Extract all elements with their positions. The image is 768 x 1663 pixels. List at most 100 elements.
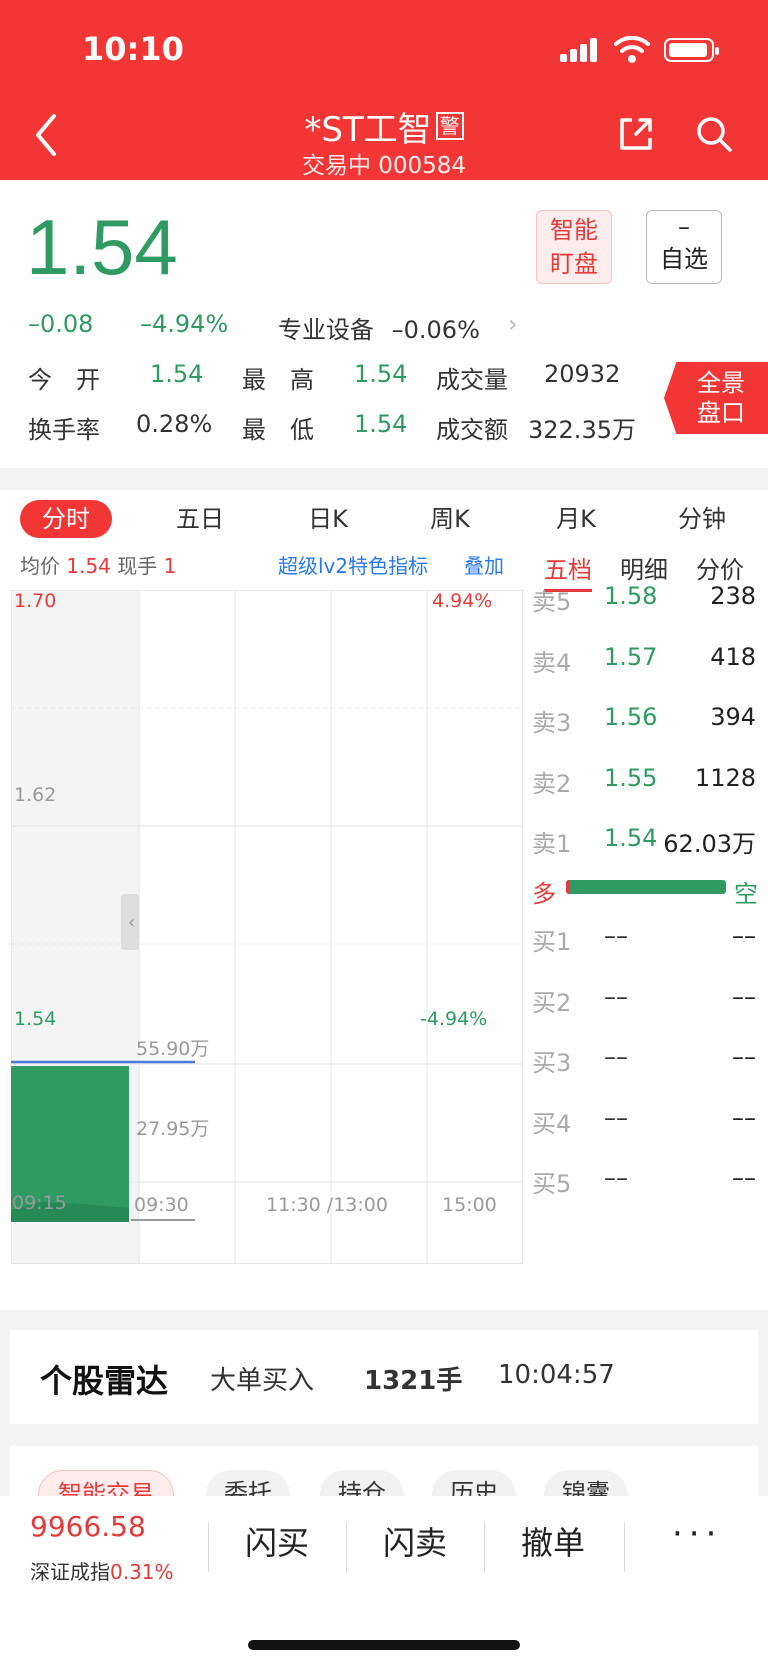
tab-weekly-k[interactable]: 周K (410, 500, 490, 538)
low-label: 最 低 (242, 416, 314, 444)
tab-intraday[interactable]: 分时 (20, 500, 112, 538)
pct-axis-top: 4.94% (432, 590, 493, 612)
add-favorite-button[interactable]: – 自选 (646, 210, 722, 284)
index-pct: 0.31% (110, 1560, 174, 1584)
level-name: 买4 (532, 1109, 572, 1138)
home-indicator (248, 1640, 520, 1650)
level-name: 买3 (532, 1049, 572, 1077)
low-value: 1.54 (354, 410, 408, 438)
fav-btn-line1: – (678, 213, 690, 241)
index-value[interactable]: 9966.58 (30, 1510, 146, 1543)
panorama-line2: 盘口 (697, 399, 745, 427)
ask-row[interactable]: 卖1 1.54 62.03万 (532, 824, 762, 864)
level-name: 卖3 (532, 709, 572, 737)
bid-row[interactable]: 买3 –– –– (532, 1043, 762, 1083)
smart-btn-line1: 智能 (550, 216, 598, 244)
search-icon[interactable] (694, 114, 734, 154)
tab-monthly-k[interactable]: 月K (536, 500, 616, 538)
intraday-chart[interactable]: ‹ (11, 590, 523, 1264)
share-icon[interactable] (616, 114, 656, 154)
tab-daily-k[interactable]: 日K (288, 500, 368, 538)
ask-row[interactable]: 卖4 1.57 418 (532, 643, 762, 683)
avg-label: 均价 (20, 554, 60, 578)
flash-sell-button[interactable]: 闪卖 (346, 1518, 484, 1564)
current-price: 1.54 (26, 203, 178, 291)
level-name: 卖2 (532, 769, 572, 798)
tab-minute[interactable]: 分钟 (662, 500, 742, 538)
level-name: 卖4 (532, 648, 572, 677)
level-price: 1.54 (604, 824, 658, 852)
smart-btn-line2: 盯盘 (550, 250, 598, 278)
lv2-indicator-link[interactable]: 超级lv2特色指标 (278, 550, 428, 579)
amount-value: 322.35万 (528, 416, 636, 444)
open-value: 1.54 (150, 360, 204, 388)
level-price: 1.56 (604, 703, 658, 731)
volume-value: 20932 (544, 360, 621, 388)
status-time: 10:10 (82, 30, 184, 68)
high-label: 最 高 (242, 366, 314, 394)
wifi-icon (614, 35, 650, 63)
divider (624, 1522, 625, 1572)
level-volume: 418 (710, 642, 756, 671)
turnover-value: 0.28% (136, 410, 213, 438)
vol-axis-top: 55.90万 (136, 1038, 210, 1060)
level-price: –– (604, 1043, 628, 1071)
fav-btn-line2: 自选 (660, 245, 708, 273)
level-volume: –– (732, 1103, 756, 1132)
level-volume: 62.03万 (663, 830, 756, 858)
hand-label: 现手 (117, 554, 158, 578)
smart-watch-button[interactable]: 智能 盯盘 (536, 210, 612, 284)
sector-name: 专业设备 (278, 316, 374, 344)
flash-buy-button[interactable]: 闪买 (208, 1518, 346, 1564)
y-axis-mid: 1.62 (14, 784, 57, 806)
overlay-link[interactable]: 叠加 (464, 550, 504, 579)
level-price: –– (604, 1103, 628, 1132)
panorama-line1: 全景 (697, 369, 745, 397)
radar-qty: 1321手 (364, 1366, 463, 1396)
battery-icon (664, 38, 719, 62)
panorama-button[interactable]: 全景 盘口 (664, 362, 768, 434)
bid-row[interactable]: 买5 –– –– (532, 1164, 762, 1204)
turnover-label: 换手率 (28, 416, 100, 444)
level-price: –– (604, 982, 628, 1011)
index-info[interactable]: 深证成指0.31% (30, 1556, 174, 1585)
sector-link[interactable]: 专业设备 –0.06% (278, 310, 480, 345)
cancel-order-button[interactable]: 撤单 (484, 1518, 622, 1564)
level-volume: –– (732, 922, 756, 950)
level-price: –– (604, 1164, 628, 1192)
open-label: 今 开 (28, 366, 100, 394)
ask-row[interactable]: 卖3 1.56 394 (532, 703, 762, 743)
stock-radar[interactable]: 个股雷达 大单买入 1321手 10:04:57 (10, 1330, 758, 1424)
level-price: 1.57 (604, 642, 658, 671)
tab-price-dist[interactable]: 分价 (696, 550, 744, 585)
volume-label: 成交量 (436, 366, 508, 394)
tab-five-day[interactable]: 五日 (160, 500, 240, 538)
quote-panel: 1.54 智能 盯盘 – 自选 –0.08 –4.94% 专业设备 –0.06%… (0, 180, 768, 468)
stock-name: *ST工智 (304, 110, 432, 150)
bid-row[interactable]: 买4 –– –– (532, 1104, 762, 1144)
level-name: 卖1 (532, 830, 572, 858)
radar-title: 个股雷达 (40, 1362, 169, 1400)
period-tabs: 分时 五日 日K 周K 月K 分钟 (0, 490, 768, 546)
pct-axis-bottom: -4.94% (420, 1008, 488, 1030)
warning-badge: 警 (435, 112, 464, 140)
tab-detail[interactable]: 明细 (620, 550, 668, 585)
ask-row[interactable]: 卖5 1.58 238 (532, 582, 762, 622)
level-volume: 394 (710, 703, 756, 731)
amount-label: 成交额 (436, 416, 508, 444)
price-change: –0.08 (28, 310, 94, 338)
more-icon[interactable]: ··· (672, 1514, 722, 1554)
bottom-action-bar: 9966.58 深证成指0.31% 闪买 闪卖 撤单 ··· (0, 1496, 768, 1663)
price-change-pct: –4.94% (140, 310, 229, 338)
status-text: 交易中 (301, 153, 371, 179)
radar-time: 10:04:57 (498, 1360, 615, 1390)
level-volume: –– (732, 982, 756, 1011)
bid-row[interactable]: 买2 –– –– (532, 983, 762, 1023)
index-name: 深证成指 (30, 1560, 110, 1584)
short-label: 空 (734, 880, 758, 908)
x-label-0915: 09:15 (12, 1192, 67, 1214)
chevron-right-icon: › (508, 310, 518, 338)
bid-row[interactable]: 买1 –– –– (532, 922, 762, 962)
ask-row[interactable]: 卖2 1.55 1128 (532, 764, 762, 804)
chevron-left-icon: ‹ (128, 912, 135, 933)
